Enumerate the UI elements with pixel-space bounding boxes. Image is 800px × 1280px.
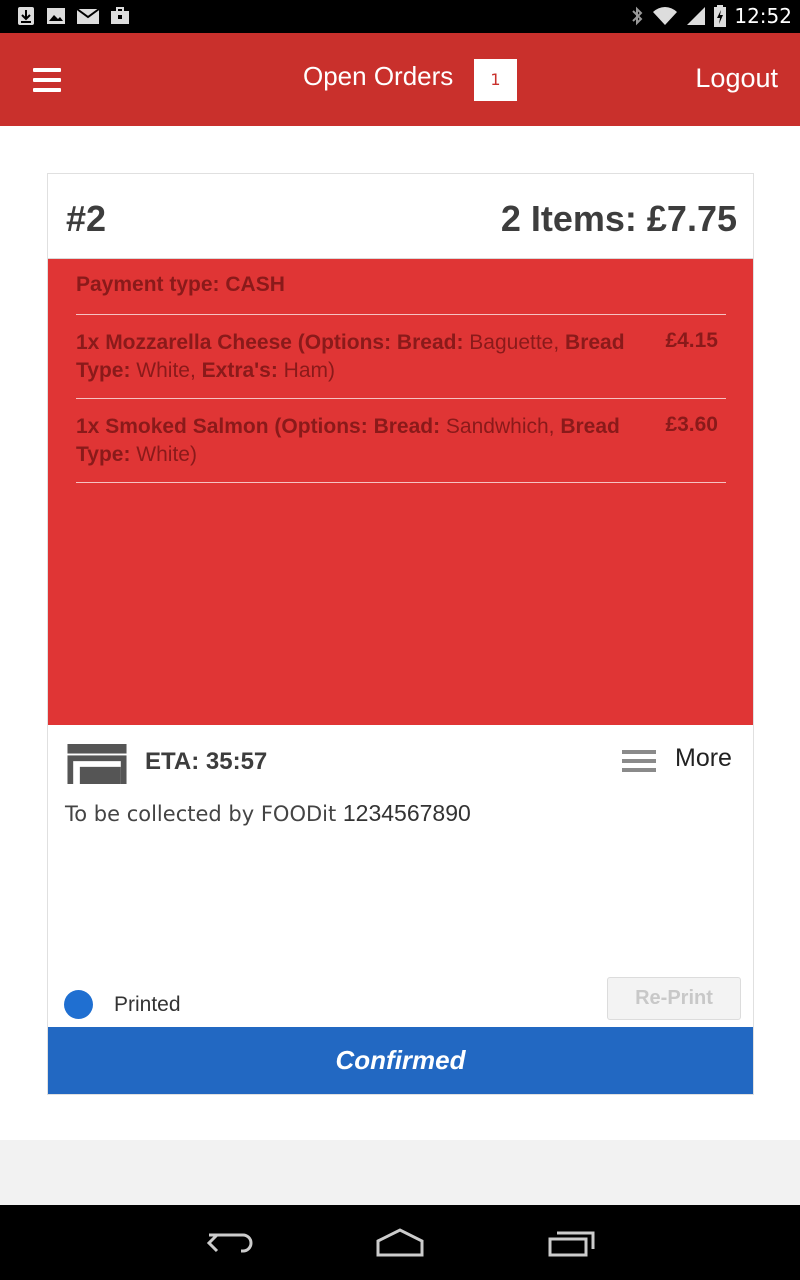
option-value: Baguette, [463, 331, 566, 354]
logout-button[interactable]: Logout [695, 63, 778, 94]
battery-icon [714, 5, 727, 27]
eta-label: ETA: 35:57 [145, 748, 268, 775]
clock: 12:52 [734, 4, 792, 28]
collection-info: To be collected by FOODit 1234567890 [65, 800, 471, 827]
signal-icon [687, 7, 706, 25]
option-value: White, [130, 359, 202, 382]
app-bar: Open Orders 1 Logout [0, 33, 800, 126]
item-price: £3.60 [665, 413, 718, 436]
wifi-icon [653, 7, 678, 25]
briefcase-icon [111, 7, 129, 24]
order-item-row: 1x Smoked Salmon (Options: Bread: Sandwh… [76, 413, 726, 483]
eta-row: ETA: 35:57 More [66, 744, 736, 789]
home-icon[interactable] [375, 1227, 425, 1259]
option-key: Extra's: [201, 359, 278, 382]
order-number: #2 [66, 198, 107, 239]
order-items-panel: Payment type: CASH 1x Mozzarella Cheese … [48, 259, 753, 725]
more-button[interactable]: More [675, 744, 732, 773]
order-card-header: #2 2 Items: £7.75 [48, 174, 753, 259]
payment-type-row: Payment type: CASH [76, 273, 726, 315]
open-orders-count-badge: 1 [474, 59, 517, 101]
store-icon [67, 744, 127, 784]
item-name: 1x Mozzarella Cheese [76, 331, 292, 354]
option-value: Ham) [277, 359, 336, 382]
printed-status-dot [64, 990, 93, 1019]
list-icon[interactable] [622, 750, 656, 772]
order-card: #2 2 Items: £7.75 Payment type: CASH 1x … [47, 173, 754, 1095]
download-icon [18, 7, 34, 25]
back-icon[interactable] [205, 1227, 255, 1259]
printed-status-label: Printed [114, 993, 181, 1016]
order-summary: 2 Items: £7.75 [500, 198, 737, 239]
status-bar: 12:52 [0, 0, 800, 33]
item-price: £4.15 [665, 329, 718, 352]
item-options-prefix: (Options: [291, 331, 397, 354]
menu-icon[interactable] [33, 68, 61, 92]
option-key: Bread: [373, 415, 441, 438]
bluetooth-icon [632, 6, 643, 26]
option-key: Bread: [396, 331, 464, 354]
option-value: Sandwhich, [440, 415, 561, 438]
footer-area [0, 1140, 800, 1205]
recent-apps-icon[interactable] [547, 1227, 597, 1259]
collection-text: To be collected by FOODit [65, 802, 343, 826]
mail-icon [76, 8, 100, 24]
item-name: 1x Smoked Salmon [76, 415, 269, 438]
page-title: Open Orders [303, 61, 454, 91]
collection-number: 1234567890 [342, 800, 471, 826]
order-item-row: 1x Mozzarella Cheese (Options: Bread: Ba… [76, 329, 726, 399]
system-nav-bar [0, 1205, 800, 1280]
payment-type: Payment type: CASH [76, 273, 285, 296]
option-value: White) [130, 443, 197, 466]
item-options-prefix: (Options: [268, 415, 374, 438]
reprint-button[interactable]: Re-Print [607, 977, 741, 1020]
confirmed-button[interactable]: Confirmed [48, 1027, 753, 1094]
image-icon [47, 8, 65, 24]
